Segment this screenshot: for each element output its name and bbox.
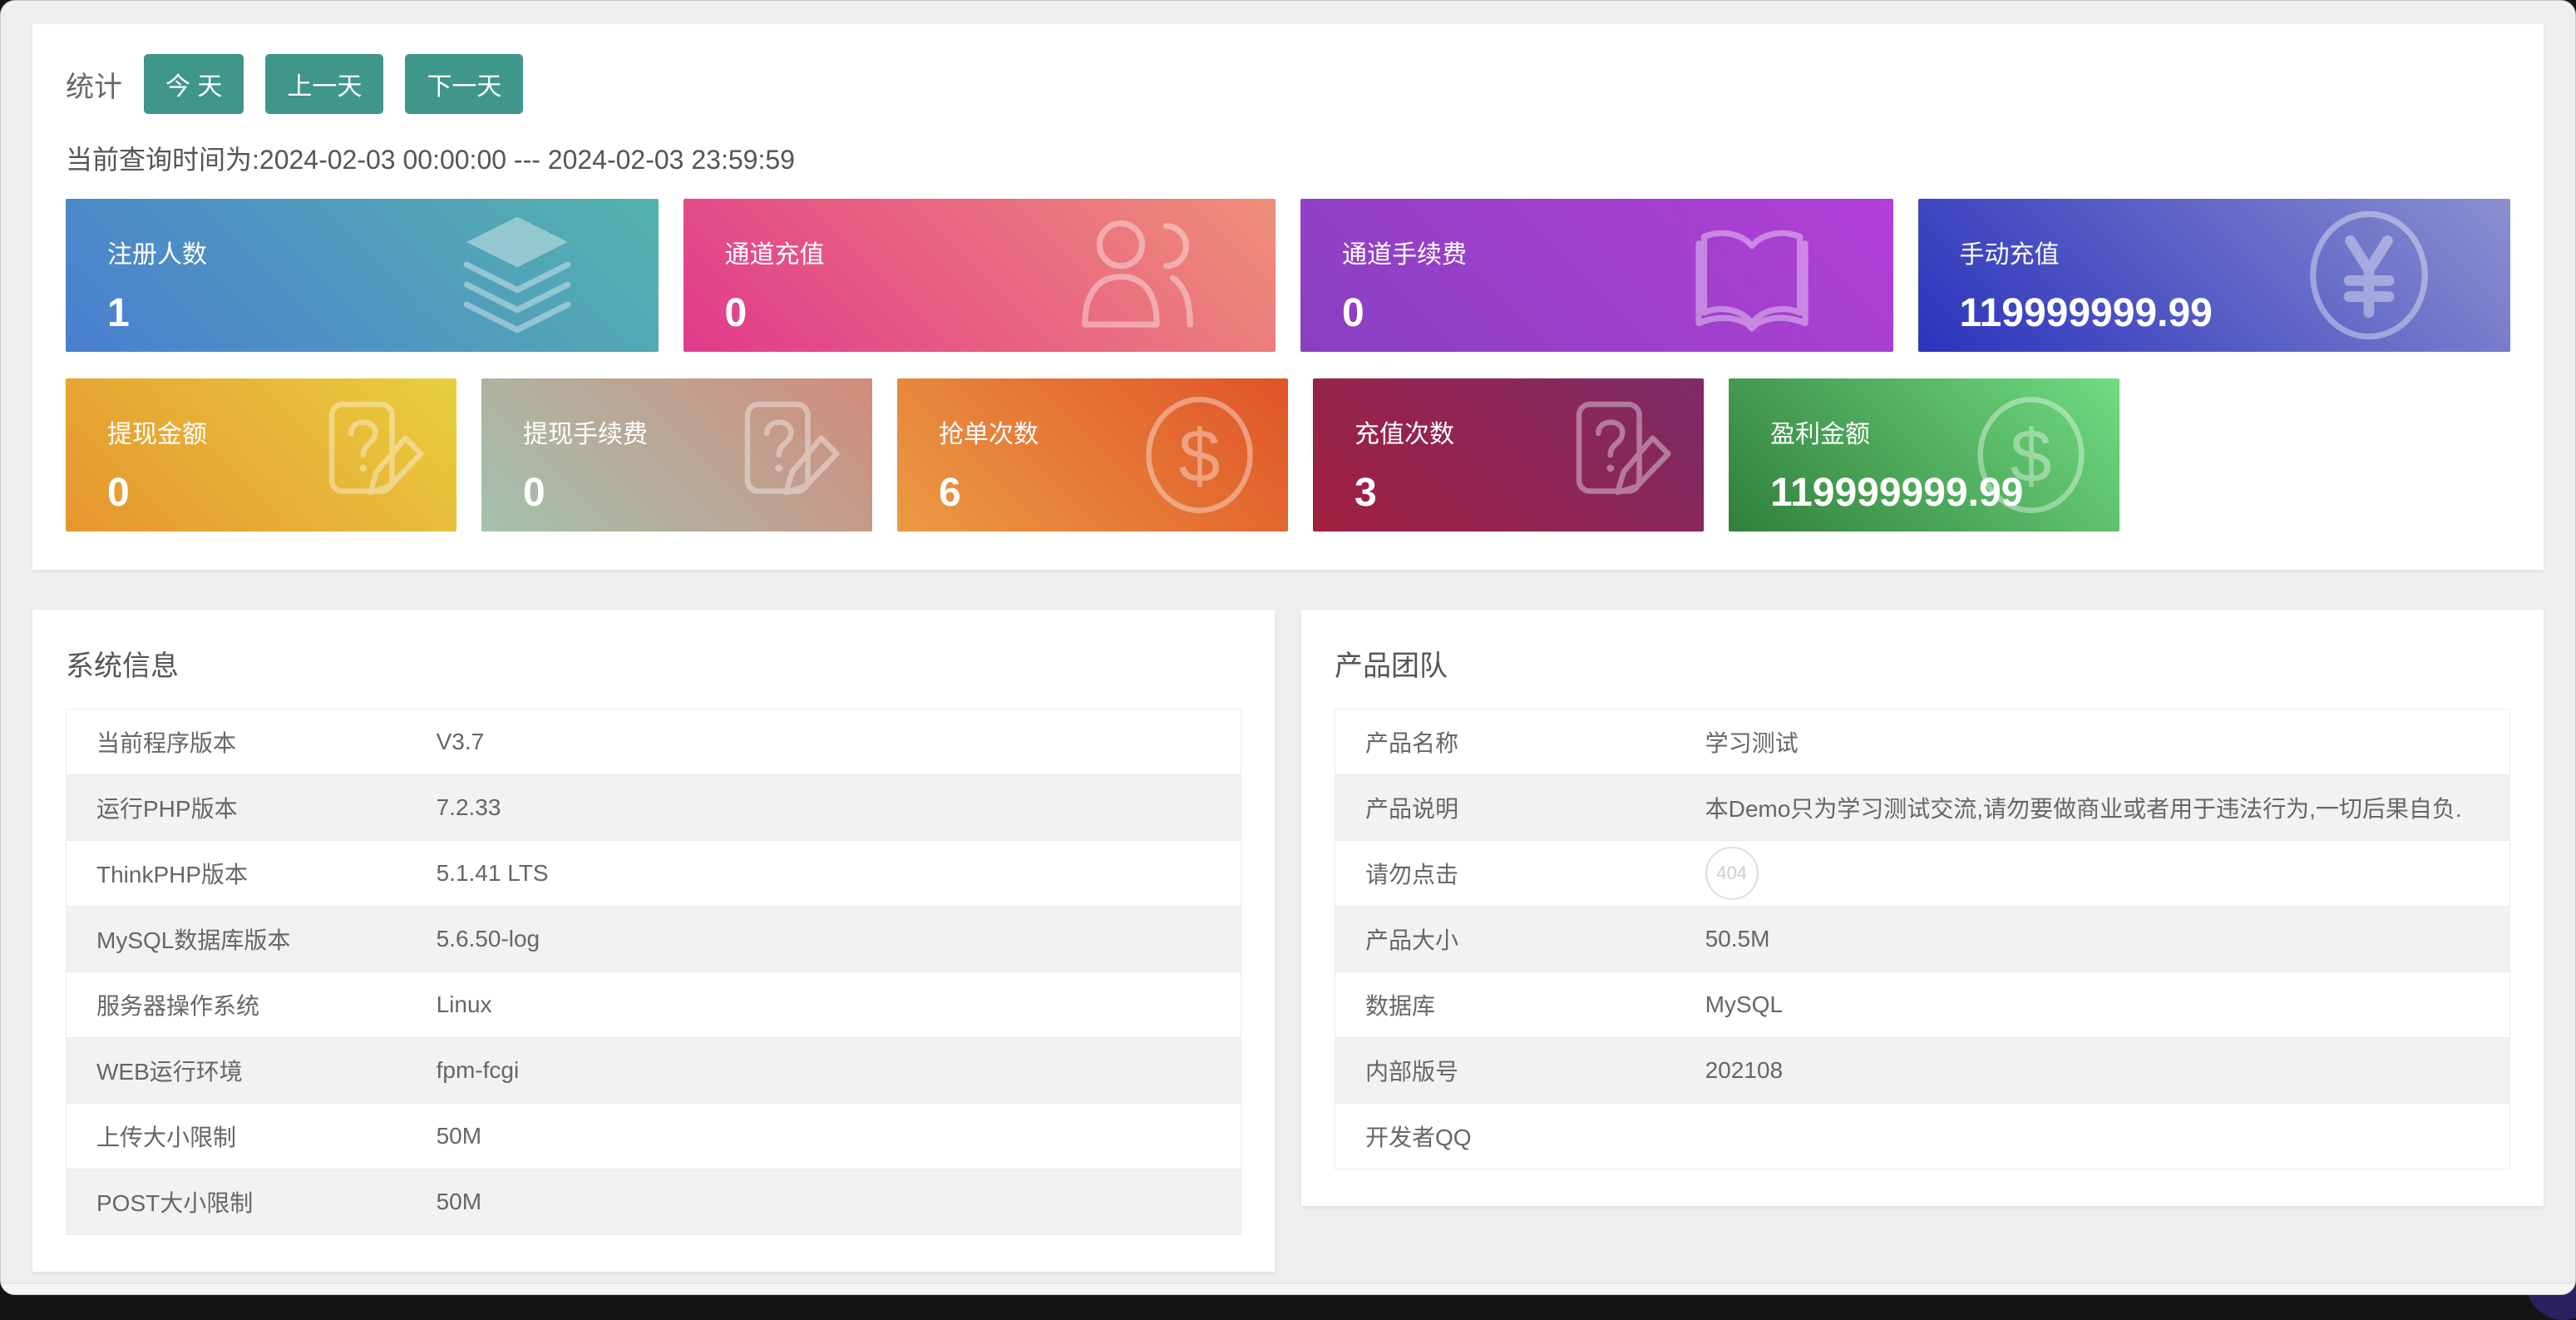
table-row: 当前程序版本 V3.7	[67, 709, 1241, 775]
stats-title: 统计	[66, 64, 122, 105]
stat-card-registered-users: 注册人数 1	[66, 199, 659, 352]
stats-cards-row-1: 注册人数 1 通道充值 0	[66, 199, 2510, 352]
stat-card-value: 119999999.99	[1770, 470, 2120, 516]
table-row: WEB运行环境 fpm-fcgi	[67, 1038, 1241, 1104]
product-team-table: 产品名称 学习测试 产品说明 本Demo只为学习测试交流,请勿要做商业或者用于违…	[1335, 709, 2510, 1169]
system-info-title: 系统信息	[66, 643, 1241, 684]
product-team-panel: 产品团队 产品名称 学习测试 产品说明 本Demo只为学习测试交流,请勿要做商业…	[1301, 610, 2544, 1206]
stat-card-order-grab-count: 抢单次数 6 $	[897, 378, 1288, 531]
previous-day-button[interactable]: 上一天	[265, 54, 383, 114]
table-row: 内部版号 202108	[1335, 1038, 2510, 1104]
table-row: POST大小限制 50M	[67, 1169, 1241, 1235]
row-value	[1705, 1104, 2510, 1169]
row-value: 5.6.50-log	[437, 907, 1241, 972]
table-row: 服务器操作系统 Linux	[67, 972, 1241, 1038]
table-row: 产品名称 学习测试	[1335, 709, 2510, 775]
stat-card-label: 充值次数	[1355, 413, 1704, 450]
row-value: 本Demo只为学习测试交流,请勿要做商业或者用于违法行为,一切后果自负.	[1705, 775, 2510, 841]
stat-card-channel-fee: 通道手续费 0	[1300, 199, 1893, 352]
stat-card-value: 3	[1355, 470, 1704, 516]
stat-card-recharge-count: 充值次数 3	[1313, 378, 1704, 531]
table-row: MySQL数据库版本 5.6.50-log	[67, 907, 1241, 972]
stat-card-label: 通道手续费	[1342, 234, 1893, 270]
row-label: POST大小限制	[67, 1169, 437, 1235]
table-row: 数据库 MySQL	[1335, 972, 2510, 1038]
row-value: 50M	[437, 1104, 1241, 1169]
stat-card-profit-amount: 盈利金额 119999999.99 $	[1729, 378, 2120, 531]
table-row: 上传大小限制 50M	[67, 1104, 1241, 1169]
row-label: 产品大小	[1335, 907, 1705, 972]
row-value: fpm-fcgi	[437, 1038, 1241, 1104]
row-label: ThinkPHP版本	[67, 841, 437, 907]
stats-panel: 统计 今 天 上一天 下一天 当前查询时间为:2024-02-03 00:00:…	[32, 24, 2544, 570]
stat-card-withdraw-amount: 提现金额 0	[66, 378, 456, 531]
row-value: 学习测试	[1705, 709, 2510, 775]
system-info-panel: 系统信息 当前程序版本 V3.7 运行PHP版本 7.2.33 ThinkPHP…	[32, 610, 1275, 1272]
row-value: 7.2.33	[437, 775, 1241, 841]
table-row: 产品大小 50.5M	[1335, 907, 2510, 972]
row-label: WEB运行环境	[67, 1038, 437, 1104]
stat-card-manual-recharge: 手动充值 119999999.99	[1918, 199, 2511, 352]
product-team-title: 产品团队	[1335, 643, 2510, 684]
table-row: ThinkPHP版本 5.1.41 LTS	[67, 841, 1241, 907]
stats-header: 统计 今 天 上一天 下一天	[66, 54, 2510, 114]
stat-card-label: 抢单次数	[939, 413, 1288, 450]
row-label: MySQL数据库版本	[67, 907, 437, 972]
row-value: MySQL	[1705, 972, 2510, 1038]
stat-card-value: 6	[939, 470, 1288, 516]
row-label: 请勿点击	[1335, 841, 1705, 907]
stat-card-value: 0	[107, 470, 456, 516]
stat-card-channel-recharge: 通道充值 0	[683, 199, 1276, 352]
system-info-table: 当前程序版本 V3.7 运行PHP版本 7.2.33 ThinkPHP版本 5.…	[66, 709, 1241, 1235]
stat-card-label: 手动充值	[1960, 234, 2511, 270]
table-row: 开发者QQ	[1335, 1104, 2510, 1169]
query-time-text: 当前查询时间为:2024-02-03 00:00:00 --- 2024-02-…	[66, 139, 2510, 177]
dashboard-screen: 统计 今 天 上一天 下一天 当前查询时间为:2024-02-03 00:00:…	[0, 0, 2576, 1295]
row-label: 产品名称	[1335, 709, 1705, 775]
row-label: 当前程序版本	[67, 709, 437, 775]
row-label: 内部版号	[1335, 1038, 1705, 1104]
row-value: 50.5M	[1705, 907, 2510, 972]
row-value: 202108	[1705, 1038, 2510, 1104]
stat-card-value: 0	[725, 290, 1276, 336]
row-label: 产品说明	[1335, 775, 1705, 841]
window-bottom-strip	[1, 1283, 2575, 1294]
stat-card-value: 1	[107, 290, 659, 336]
stat-card-value: 0	[523, 470, 872, 516]
stat-card-value: 119999999.99	[1960, 290, 2511, 336]
stat-card-label: 盈利金额	[1770, 413, 2120, 450]
row-label: 上传大小限制	[67, 1104, 437, 1169]
badge-404[interactable]: 404	[1705, 847, 1759, 900]
row-value: 5.1.41 LTS	[437, 841, 1241, 907]
row-label: 运行PHP版本	[67, 775, 437, 841]
row-label: 服务器操作系统	[67, 972, 437, 1038]
table-row: 产品说明 本Demo只为学习测试交流,请勿要做商业或者用于违法行为,一切后果自负…	[1335, 775, 2510, 841]
stat-card-label: 提现手续费	[523, 413, 872, 450]
stat-card-label: 通道充值	[725, 234, 1276, 270]
stat-card-label: 提现金额	[107, 413, 456, 450]
today-button[interactable]: 今 天	[144, 54, 244, 114]
row-label: 开发者QQ	[1335, 1104, 1705, 1169]
stat-card-value: 0	[1342, 290, 1893, 336]
bottom-section: 系统信息 当前程序版本 V3.7 运行PHP版本 7.2.33 ThinkPHP…	[32, 610, 2544, 1272]
table-row: 请勿点击 404	[1335, 841, 2510, 907]
stat-card-label: 注册人数	[107, 234, 659, 270]
row-label: 数据库	[1335, 972, 1705, 1038]
stat-card-withdraw-fee: 提现手续费 0	[481, 378, 872, 531]
row-value: 50M	[437, 1169, 1241, 1235]
row-value: Linux	[437, 972, 1241, 1038]
stats-cards-row-2: 提现金额 0 提现手续费 0	[66, 378, 2510, 531]
next-day-button[interactable]: 下一天	[405, 54, 523, 114]
table-row: 运行PHP版本 7.2.33	[67, 775, 1241, 841]
row-value: V3.7	[437, 709, 1241, 775]
